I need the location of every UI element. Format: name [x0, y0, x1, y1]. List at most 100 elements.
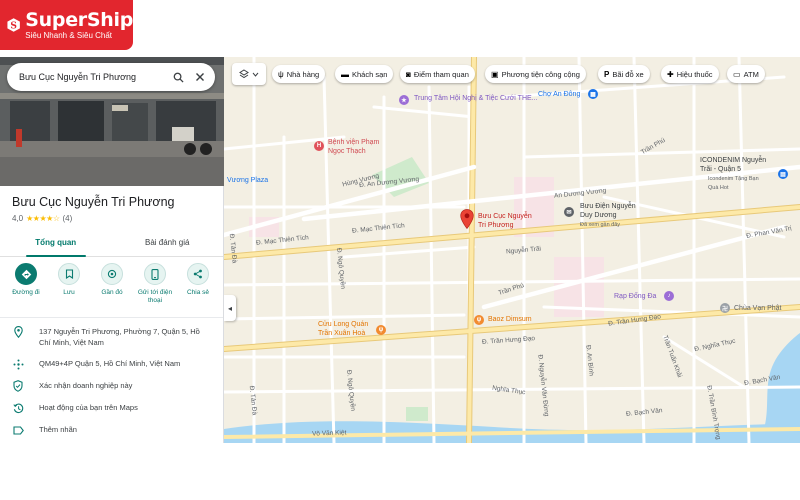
directions-label: Đường đi: [12, 289, 40, 296]
save-label: Lưu: [63, 289, 75, 296]
share-icon: [187, 263, 209, 285]
poi-hospital[interactable]: Bệnh viện Phạm Ngọc Thạch: [328, 139, 392, 156]
road-label-vo-van-kiet: Võ Văn Kiệt: [311, 429, 347, 438]
search-icon[interactable]: [167, 66, 189, 88]
conference-center-icon[interactable]: ★: [399, 95, 409, 105]
address-row[interactable]: 137 Nguyễn Tri Phương, Phường 7, Quận 5,…: [12, 326, 209, 348]
svg-text:S: S: [10, 20, 17, 31]
screenshot-frame: S SuperShip Siêu Nhanh & Siêu Chất Bưu C…: [0, 0, 800, 500]
plus-code-text: QM49+4P Quận 5, Hồ Chí Minh, Việt Nam: [39, 359, 181, 368]
brand-name: SuperShip: [25, 8, 133, 31]
share-label: Chia sẻ: [186, 289, 210, 296]
history-icon: [12, 402, 24, 414]
chip-pharmacy-label: Hiệu thuốc: [676, 69, 713, 79]
transit-icon: ▣: [491, 69, 499, 79]
save-button[interactable]: Lưu: [49, 263, 89, 305]
maps-activity-text: Hoạt động của bạn trên Maps: [39, 403, 138, 412]
directions-button[interactable]: Đường đi: [6, 263, 46, 305]
cinema-icon[interactable]: ♪: [664, 291, 674, 301]
search-bar[interactable]: Bưu Cục Nguyễn Tri Phương: [7, 63, 215, 91]
layers-button[interactable]: [232, 63, 266, 85]
restaurant-icon[interactable]: ψ: [376, 325, 386, 335]
label-icon: [12, 424, 24, 436]
maps-activity-row[interactable]: Hoạt động của bạn trên Maps: [12, 402, 209, 414]
poi-icondenim[interactable]: ICONDENIM Nguyễn Trãi - Quận 5: [700, 157, 776, 174]
poi-seafood[interactable]: Cửu Long Quán Trần Xuân Hoà: [318, 321, 374, 338]
action-buttons: Đường đi Lưu Gần đó Gửi tới điện thoại C…: [6, 263, 218, 305]
collapse-panel-button[interactable]: ◂: [224, 295, 236, 321]
poi-market[interactable]: Chợ An Đông: [538, 91, 580, 100]
brand-tagline: Siêu Nhanh & Siêu Chất: [25, 30, 113, 40]
chip-transit-label: Phương tiện công cộng: [501, 69, 580, 79]
chip-hotels-label: Khách sạn: [352, 69, 388, 79]
rating-summary[interactable]: 4,0 ★★★★☆ (4): [12, 214, 72, 223]
send-to-phone-button[interactable]: Gửi tới điện thoại: [135, 263, 175, 305]
supership-logo: S SuperShip Siêu Nhanh & Siêu Chất: [0, 0, 133, 50]
hospital-icon[interactable]: H: [314, 141, 324, 151]
close-icon[interactable]: [189, 66, 211, 88]
directions-icon: [15, 263, 37, 285]
map-canvas[interactable]: Hùng Vương Đ. An Dương Vương An Dương Vư…: [224, 57, 800, 443]
claim-business-row[interactable]: Xác nhận doanh nghiệp này: [12, 380, 209, 392]
chevron-left-icon: ◂: [227, 303, 232, 313]
chip-transit[interactable]: ▣ Phương tiện công cộng: [485, 65, 586, 83]
poi-pagoda[interactable]: Chùa Vạn Phật: [734, 305, 781, 314]
category-chip-bar: ψ Nhà hàng ▬ Khách sạn ◙ Điểm tham quan …: [224, 63, 800, 85]
dimsum-icon[interactable]: ψ: [474, 315, 484, 325]
poi-baoz[interactable]: Baoz Dimsum: [488, 316, 532, 325]
pharmacy-icon: ✚: [667, 69, 674, 79]
place-panel: Bưu Cục Nguyễn Tri Phương Bưu Cục Nguyễn…: [0, 57, 224, 443]
plus-code-row[interactable]: QM49+4P Quận 5, Hồ Chí Minh, Việt Nam: [12, 358, 209, 370]
chip-pharmacy[interactable]: ✚ Hiệu thuốc: [661, 65, 719, 83]
tab-reviews[interactable]: Bài đánh giá: [112, 229, 224, 256]
bookmark-icon: [58, 263, 80, 285]
parking-icon: P: [604, 69, 610, 79]
verified-shield-icon: [12, 380, 24, 392]
send-to-phone-icon: [144, 263, 166, 285]
pagoda-icon[interactable]: 卍: [720, 303, 730, 313]
poi-main-label[interactable]: Bưu Cục Nguyễn Tri Phương: [478, 213, 538, 230]
chip-attractions-label: Điểm tham quan: [413, 69, 469, 79]
shopping-icon[interactable]: ▤: [778, 169, 788, 179]
rating-count[interactable]: (4): [62, 214, 72, 223]
post-office-icon[interactable]: ✉: [564, 207, 574, 217]
add-label-text: Thêm nhãn: [39, 425, 77, 434]
rating-stars-icon: ★★★★☆: [26, 214, 60, 223]
chevron-down-icon: [252, 72, 259, 77]
chip-restaurants[interactable]: ψ Nhà hàng: [272, 65, 326, 83]
share-button[interactable]: Chia sẻ: [178, 263, 218, 305]
atm-icon: ▭: [733, 69, 741, 79]
nearby-icon: [101, 263, 123, 285]
camera-icon: ◙: [406, 69, 411, 79]
panel-divider: [0, 317, 223, 318]
send-to-phone-label: Gửi tới điện thoại: [137, 289, 173, 304]
chip-hotels[interactable]: ▬ Khách sạn: [335, 65, 394, 83]
hotel-icon: ▬: [341, 69, 349, 79]
tab-overview[interactable]: Tổng quan: [0, 229, 112, 257]
address-text: 137 Nguyễn Tri Phương, Phường 7, Quận 5,…: [39, 327, 200, 347]
search-input[interactable]: Bưu Cục Nguyễn Tri Phương: [19, 72, 167, 82]
location-pin-icon: [12, 326, 24, 338]
claim-business-text: Xác nhận doanh nghiệp này: [39, 381, 133, 390]
chip-atm[interactable]: ▭ ATM: [727, 65, 765, 83]
layers-icon: [239, 68, 249, 78]
plus-code-icon: [12, 358, 24, 370]
rating-value: 4,0: [12, 214, 24, 223]
chip-parking[interactable]: P Bãi đỗ xe: [598, 65, 650, 83]
poi-post-office-2[interactable]: Bưu Điện Nguyễn Duy Dương: [580, 203, 640, 220]
place-pin-icon[interactable]: [460, 209, 474, 229]
poi-icondenim-sub: Icondenim Tặng Bạn Quà Hot: [708, 176, 759, 191]
restaurant-icon: ψ: [278, 69, 284, 79]
nearby-button[interactable]: Gần đó: [92, 263, 132, 305]
market-icon[interactable]: ▦: [588, 89, 598, 99]
poi-conference-center[interactable]: Trung Tâm Hội Nghị & Tiệc Cưới THE...: [414, 95, 538, 104]
poi-cinema[interactable]: Rạp Đống Đa: [614, 293, 656, 302]
poi-post-office-2-sub: Đã xem gần đây: [580, 222, 621, 228]
poi-plaza[interactable]: Vương Plaza: [227, 177, 268, 186]
nearby-label: Gần đó: [101, 289, 123, 296]
chip-atm-label: ATM: [743, 69, 759, 79]
add-label-row[interactable]: Thêm nhãn: [12, 424, 209, 436]
place-title: Bưu Cục Nguyễn Tri Phương: [12, 195, 175, 209]
chip-attractions[interactable]: ◙ Điểm tham quan: [400, 65, 475, 83]
supership-logo-icon: S: [7, 18, 20, 32]
